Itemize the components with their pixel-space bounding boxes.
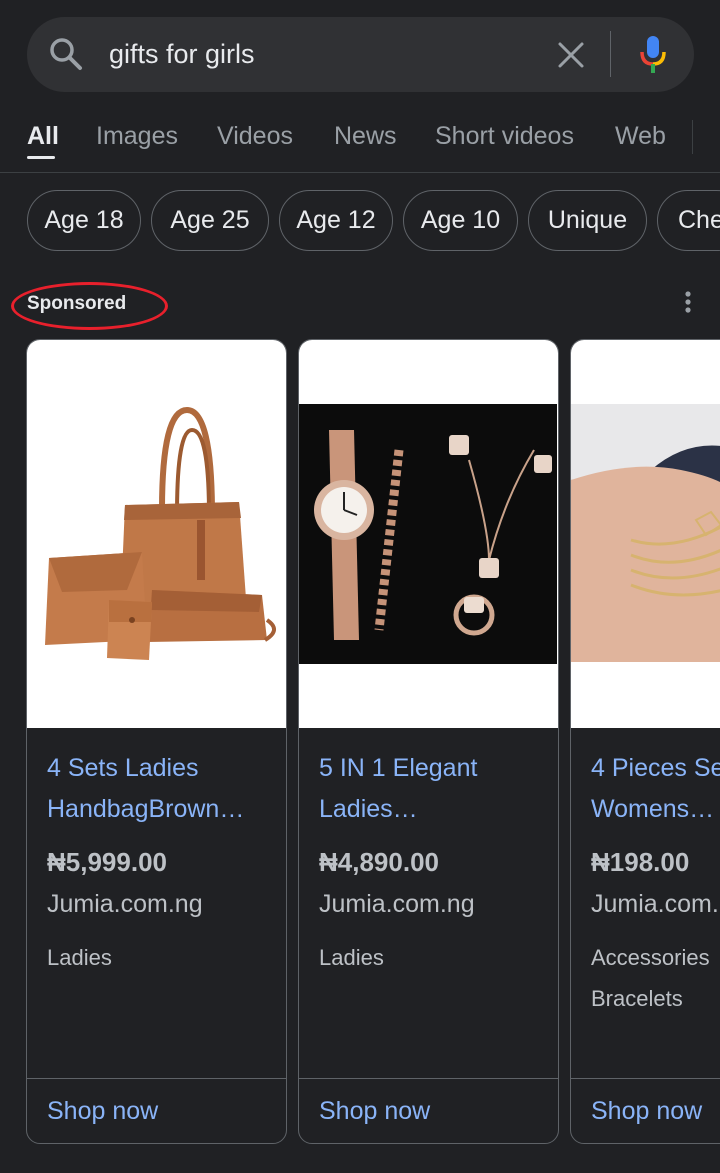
product-card[interactable]: 5 IN 1 Elegant Ladies… ₦4,890.00 Jumia.c… [298, 339, 559, 1144]
search-input[interactable]: gifts for girls [109, 35, 255, 73]
search-results-page: gifts for girls All Images Videos News S… [0, 0, 720, 1173]
product-title-line: Womens… [591, 795, 715, 823]
card-divider [571, 1078, 720, 1079]
product-price: ₦5,999.00 [47, 847, 167, 877]
annotation-circle [11, 282, 168, 330]
product-title-line: 4 Sets Ladies [47, 754, 199, 782]
shop-now-link[interactable]: Shop now [319, 1094, 430, 1128]
product-merchant: Jumia.com.ng [47, 890, 203, 918]
product-category: Bracelets [591, 986, 683, 1011]
chip-age-18[interactable]: Age 18 [27, 190, 141, 251]
product-image[interactable] [571, 340, 720, 728]
search-tabs: All Images Videos News Short videos Web [0, 110, 720, 172]
product-image[interactable] [27, 340, 286, 728]
product-title[interactable]: 4 Pieces Set Womens… [591, 748, 720, 830]
product-image[interactable] [299, 340, 558, 728]
product-title-line: Ladies… [319, 795, 418, 823]
product-price: ₦198.00 [591, 847, 690, 877]
tabs-bottom-border [0, 172, 720, 173]
product-category: Accessories [591, 945, 710, 970]
shop-now-link[interactable]: Shop now [591, 1094, 702, 1128]
product-card[interactable]: 4 Sets Ladies HandbagBrown… ₦5,999.00 Ju… [26, 339, 287, 1144]
tab-all[interactable]: All [27, 120, 59, 152]
tabs-divider [692, 120, 693, 154]
chip-age-10[interactable]: Age 10 [403, 190, 518, 251]
tab-short-videos[interactable]: Short videos [435, 120, 574, 152]
product-title[interactable]: 4 Sets Ladies HandbagBrown… [47, 748, 279, 830]
product-category: Ladies [319, 945, 384, 970]
product-title-line: 5 IN 1 Elegant [319, 754, 478, 782]
search-bar[interactable]: gifts for girls [27, 17, 694, 92]
product-title-line: HandbagBrown… [47, 795, 245, 823]
search-icon[interactable] [49, 37, 83, 71]
search-divider [610, 31, 611, 77]
more-options-icon[interactable] [683, 290, 693, 314]
product-card[interactable]: 4 Pieces Set Womens… ₦198.00 Jumia.com.n… [570, 339, 720, 1144]
card-divider [299, 1078, 558, 1079]
tab-web[interactable]: Web [615, 120, 666, 152]
active-tab-indicator [27, 156, 55, 159]
tab-images[interactable]: Images [96, 120, 178, 152]
product-title-line: 4 Pieces Set [591, 754, 720, 782]
product-price: ₦4,890.00 [319, 847, 439, 877]
chip-unique[interactable]: Unique [528, 190, 647, 251]
product-title[interactable]: 5 IN 1 Elegant Ladies… [319, 748, 551, 830]
microphone-icon[interactable] [638, 34, 668, 76]
chip-age-12[interactable]: Age 12 [279, 190, 393, 251]
bracelets-image [571, 404, 720, 662]
chip-age-25[interactable]: Age 25 [151, 190, 269, 251]
handbag-image [45, 406, 276, 660]
chip-cheap[interactable]: Che [657, 190, 720, 251]
clear-icon[interactable] [557, 41, 585, 69]
tab-videos[interactable]: Videos [217, 120, 293, 152]
jewelry-set-image [299, 404, 557, 664]
product-merchant: Jumia.com.ng [319, 890, 475, 918]
product-merchant: Jumia.com.ng [591, 890, 720, 918]
shop-now-link[interactable]: Shop now [47, 1094, 158, 1128]
tab-news[interactable]: News [334, 120, 397, 152]
card-divider [27, 1078, 286, 1079]
product-category: Ladies [47, 945, 112, 970]
